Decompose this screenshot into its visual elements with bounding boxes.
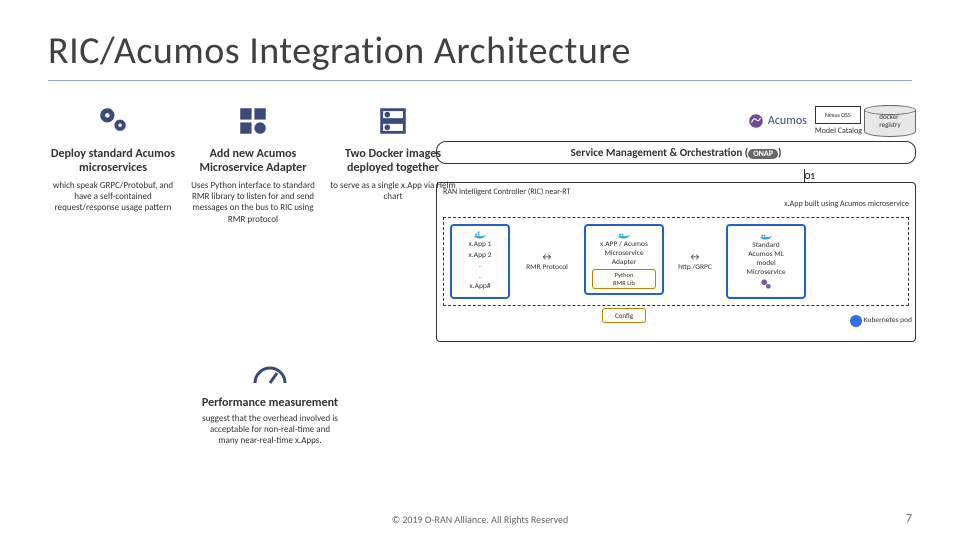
kubernetes-icon — [850, 315, 862, 327]
gears-icon — [48, 101, 178, 141]
ml-microservice-box: Standard Acumos ML model Microservice — [726, 224, 806, 299]
python-rmr-lib: Python RMR Lib — [592, 269, 656, 289]
http-grpc-label: ↔ http /GRPC — [670, 224, 720, 299]
architecture-diagram: Acumos Nexus OSS Model Catalog docker re… — [436, 105, 916, 342]
ric-container: O1 RAN Intelligent Controller (RIC) near… — [436, 182, 916, 342]
gears-icon — [759, 277, 773, 291]
ric-title: RAN Intelligent Controller (RIC) near-RT — [443, 187, 909, 197]
docker-whale-icon — [617, 230, 631, 240]
puzzle-icon — [188, 101, 318, 141]
xapp-built-label: x.App built using Acumos microservice — [443, 199, 909, 209]
perf-heading: Performance measurement — [200, 396, 340, 410]
adapter-body: Uses Python interface to standard RMR li… — [188, 180, 318, 225]
docker-whale-icon — [473, 230, 487, 240]
divider — [48, 80, 912, 81]
kubernetes-pod-label: Kubernetes pod — [850, 315, 912, 327]
xapps-box: x.App 1 x.App 2 . . x.App# — [450, 224, 510, 299]
deploy-body: which speak GRPC/Protobuf, and have a se… — [48, 180, 178, 214]
nexus-box: Nexus OSS — [815, 106, 861, 124]
model-catalog-label: Model Catalog — [815, 126, 862, 136]
smo-box: Service Management & Orchestration (ONAP… — [436, 141, 916, 164]
page-number: 7 — [906, 512, 912, 526]
acumos-logo: Acumos — [741, 109, 813, 133]
slide-title: RIC/Acumos Integration Architecture — [48, 28, 912, 74]
gauge-icon — [200, 360, 340, 390]
config-box: Config — [602, 308, 646, 323]
adapter-box: x.APP / Acumos Microservice Adapter Pyth… — [584, 224, 664, 295]
rmr-protocol-label: ↔ RMR Protocol — [516, 224, 578, 299]
deploy-heading: Deploy standard Acumos microservices — [48, 147, 178, 176]
o1-label: O1 — [804, 171, 815, 182]
docker-whale-icon — [759, 231, 773, 241]
adapter-heading: Add new Acumos Microservice Adapter — [188, 147, 318, 176]
copyright-footer: © 2019 O-RAN Alliance. All Rights Reserv… — [0, 513, 960, 526]
onap-badge: ONAP — [748, 149, 778, 159]
kubernetes-pod: x.App 1 x.App 2 . . x.App# ↔ RMR Protoco… — [443, 217, 909, 306]
performance-block: Performance measurement suggest that the… — [200, 360, 340, 446]
docker-registry-cylinder: docker registry — [864, 105, 916, 137]
perf-body: suggest that the overhead involved is ac… — [200, 414, 340, 446]
